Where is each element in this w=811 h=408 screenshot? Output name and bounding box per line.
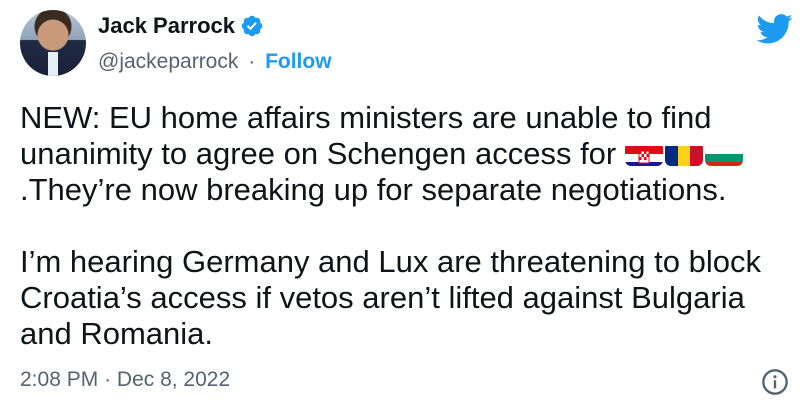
- avatar[interactable]: [20, 10, 86, 76]
- bulgaria-flag: [704, 142, 743, 166]
- timestamp[interactable]: 2:08 PM · Dec 8, 2022: [20, 368, 230, 392]
- tweet-paragraph-1: NEW: EU home affairs ministers are unabl…: [20, 100, 800, 208]
- tweet-paragraph-2: I’m hearing Germany and Lux are threaten…: [20, 244, 761, 351]
- tweet-time[interactable]: 2:08 PM: [20, 368, 98, 391]
- croatia-flag: [624, 142, 663, 166]
- handle-row: @jackeparrock · Follow: [98, 50, 332, 74]
- timestamp-separator: ·: [104, 368, 112, 391]
- info-icon[interactable]: [761, 368, 789, 396]
- tweet-line-1: NEW: EU home affairs ministers are unabl…: [20, 100, 712, 135]
- tweet-date[interactable]: Dec 8, 2022: [117, 368, 230, 391]
- author-handle[interactable]: @jackeparrock: [98, 50, 238, 73]
- separator: ·: [248, 50, 256, 73]
- romania-flag: [664, 142, 703, 166]
- author-name[interactable]: Jack Parrock: [98, 13, 235, 39]
- tweet-line-3: .They’re now breaking up for separate ne…: [20, 172, 727, 207]
- tweet-line-2: unanimity to agree on Schengen access fo…: [20, 136, 617, 171]
- twitter-bird-icon[interactable]: [757, 14, 793, 44]
- follow-button[interactable]: Follow: [265, 50, 332, 73]
- verified-badge-icon: [241, 15, 263, 37]
- tweet-text: NEW: EU home affairs ministers are unabl…: [20, 100, 800, 352]
